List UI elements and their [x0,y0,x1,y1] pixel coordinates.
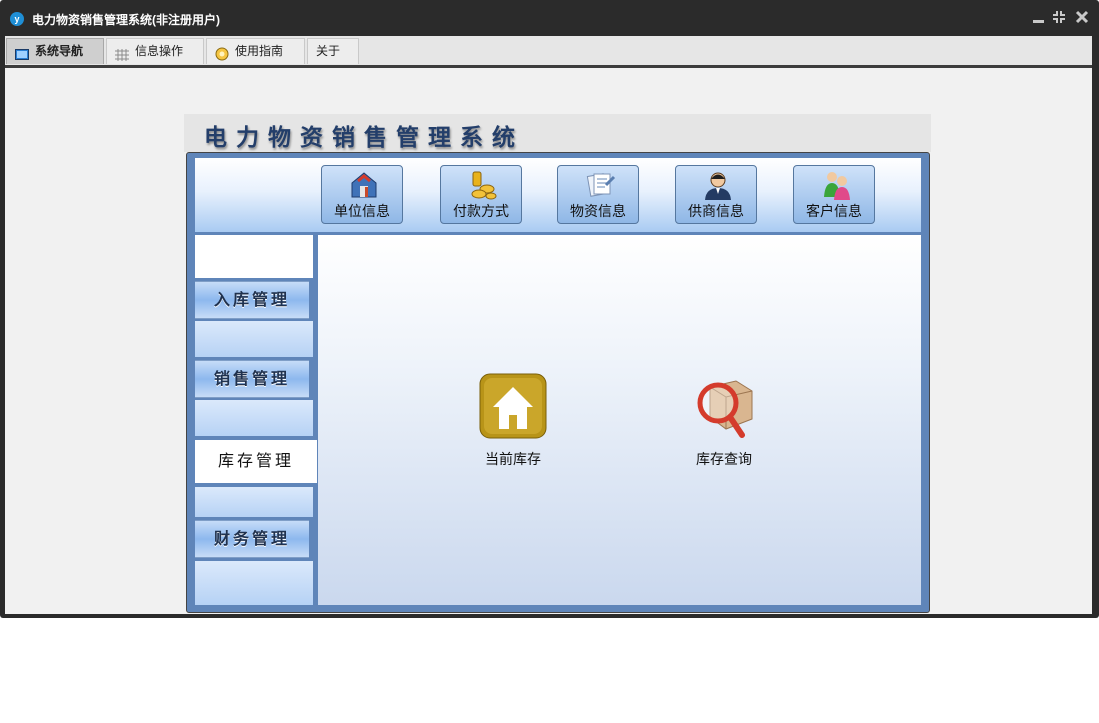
feature-label: 库存查询 [696,451,752,467]
tab-label: 系统导航 [35,44,84,58]
tab-user-guide[interactable]: 使用指南 [206,38,305,64]
tab-about[interactable]: 关于 [307,38,359,64]
sidebar-item-inbound[interactable]: 入库管理 [195,281,309,319]
close-icon[interactable] [1075,10,1089,24]
sidebar: 入库管理 销售管理 库存管理 财务管理 [195,235,317,605]
tab-info-operation[interactable]: 信息操作 [106,38,204,64]
toolbar-label: 供商信息 [688,203,744,219]
feature-label: 当前库存 [485,451,541,467]
sidebar-spacer [195,561,313,605]
tab-system-nav[interactable]: 系统导航 [6,38,104,64]
toolbar-customer-info-button[interactable]: 客户信息 [793,165,875,224]
sidebar-spacer [195,321,313,357]
coins-icon [471,171,497,200]
tab-label: 使用指南 [235,44,284,58]
monitor-icon [15,45,29,60]
tab-bar: 系统导航 信息操作 使用指南 关于 [5,36,1092,68]
toolbar-label: 付款方式 [453,203,509,219]
toolbar-label: 物资信息 [570,203,626,219]
sidebar-item-sales[interactable]: 销售管理 [195,360,309,398]
current-inventory-button[interactable]: 当前库存 [468,373,558,469]
panel-title: 电力物资销售管理系统 [204,124,524,151]
minimize-icon[interactable] [1032,10,1046,24]
toolbar-label: 客户信息 [806,203,862,219]
sidebar-item-finance[interactable]: 财务管理 [195,520,309,558]
toolbar-unit-info-button[interactable]: 单位信息 [321,165,403,224]
people-icon [824,172,850,200]
box-search-icon [697,380,753,438]
toolbar-payment-method-button[interactable]: 付款方式 [440,165,522,224]
title-bar: y 电力物资销售管理系统(非注册用户) [0,0,1099,36]
sidebar-spacer [195,487,313,517]
window-title: 电力物资销售管理系统(非注册用户) [32,13,220,27]
home-icon [479,373,547,439]
tab-label: 信息操作 [135,44,184,58]
toolbar-supplier-info-button[interactable]: 供商信息 [675,165,757,224]
main-panel [318,235,921,605]
inventory-query-button[interactable]: 库存查询 [679,373,769,469]
toolbar-material-info-button[interactable]: 物资信息 [557,165,639,224]
help-icon [215,45,229,61]
app-logo-icon: y [10,12,24,26]
sidebar-spacer [195,235,313,278]
house-book-icon [351,172,377,198]
sidebar-spacer [195,400,313,436]
grid-icon [115,45,129,61]
sidebar-item-inventory[interactable]: 库存管理 [195,440,317,483]
person-icon [705,172,731,200]
tab-label: 关于 [316,44,341,58]
documents-icon [586,173,616,197]
restore-icon[interactable] [1052,10,1066,24]
toolbar-label: 单位信息 [334,203,390,219]
